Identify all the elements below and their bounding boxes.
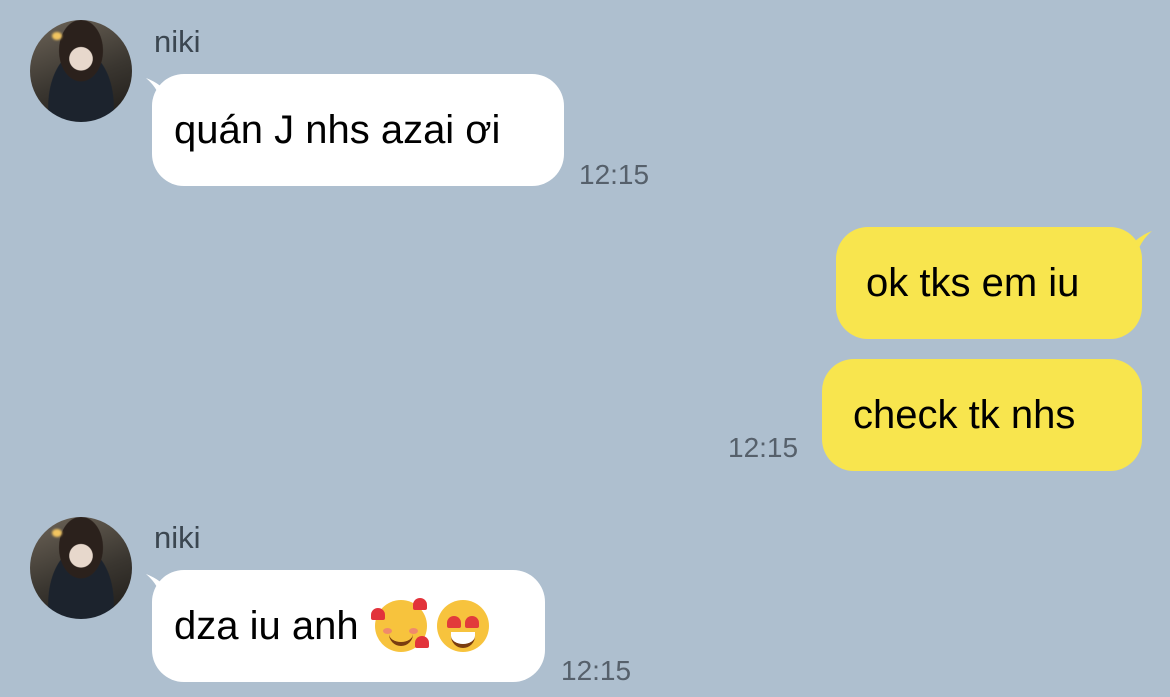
sender-name: niki [154, 24, 201, 59]
message-time: 12:15 [561, 655, 632, 686]
message-bubble[interactable]: check tk nhs [822, 359, 1142, 471]
message-text: dza iu anh [174, 603, 359, 648]
contact-avatar[interactable] [30, 20, 132, 122]
message-bubble[interactable]: dza iu anh [152, 570, 545, 682]
message-bubble[interactable]: ok tks em iu [836, 227, 1142, 339]
smiling-face-with-hearts-icon [370, 598, 429, 652]
sender-name: niki [154, 520, 201, 555]
contact-avatar[interactable] [30, 517, 132, 619]
message-bubble[interactable]: quán J nhs azai ơi [152, 74, 564, 186]
heart-eyes-icon [436, 600, 489, 652]
message-time: 12:15 [579, 159, 650, 190]
message-time: 12:15 [728, 432, 799, 463]
